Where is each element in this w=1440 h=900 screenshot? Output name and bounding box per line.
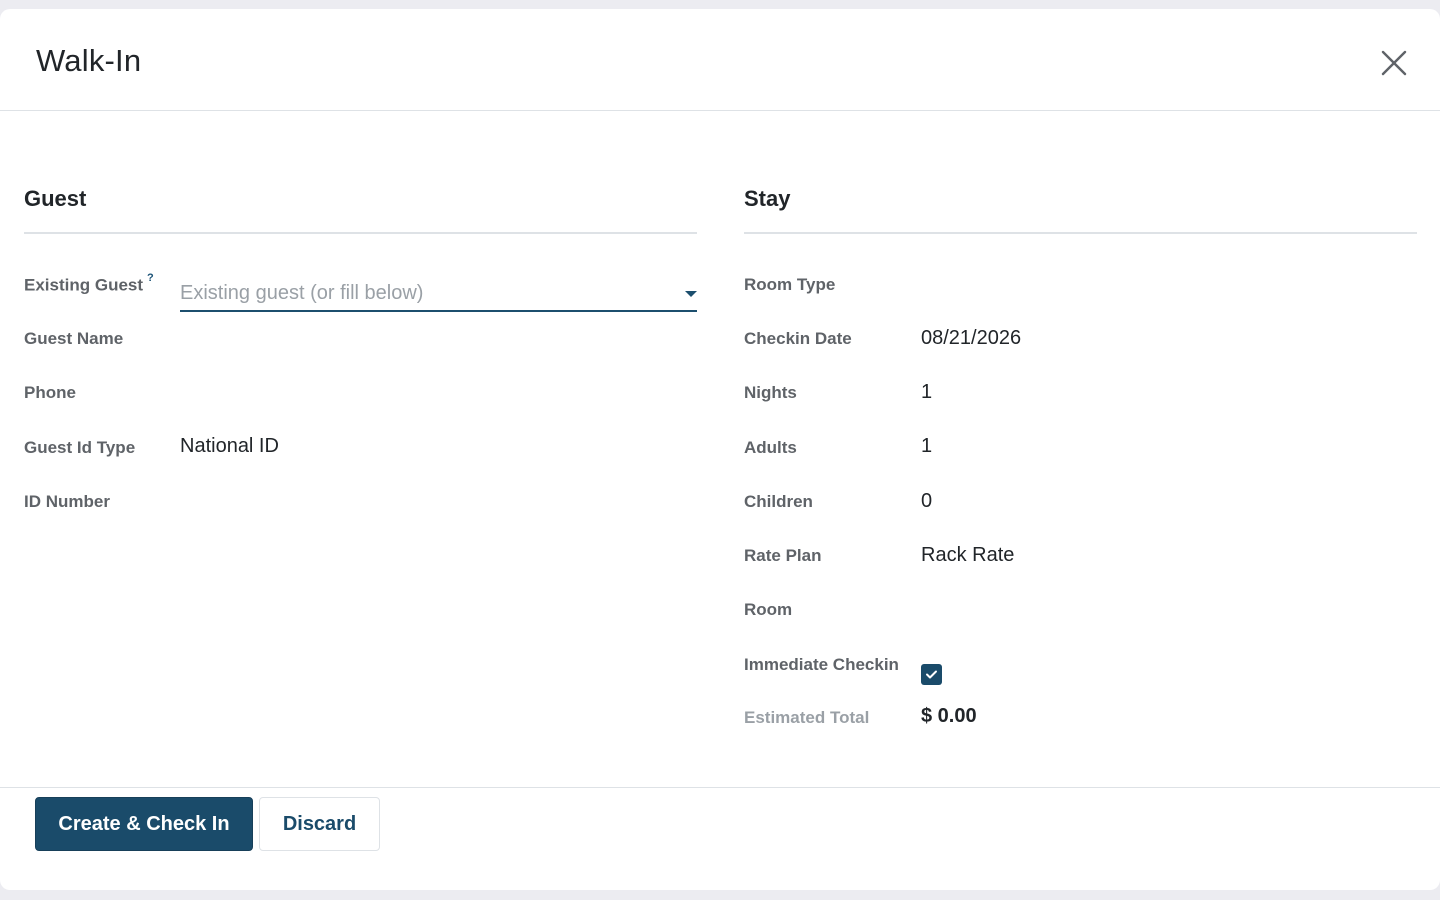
rate-plan-label: Rate Plan <box>744 546 822 565</box>
id-number-label: ID Number <box>24 492 110 511</box>
close-button[interactable] <box>1378 47 1410 79</box>
immediate-checkin-checkbox[interactable] <box>921 664 942 685</box>
checkin-date-label: Checkin Date <box>744 329 852 348</box>
create-check-in-button[interactable]: Create & Check In <box>35 797 253 851</box>
modal-title: Walk-In <box>36 43 142 78</box>
chevron-down-icon <box>685 291 697 297</box>
guest-section-divider <box>24 232 697 234</box>
adults-label: Adults <box>744 438 797 457</box>
nights-label: Nights <box>744 383 797 402</box>
nights-field[interactable]: 1 <box>921 381 932 404</box>
stay-section-divider <box>744 232 1417 234</box>
help-icon[interactable]: ? <box>147 272 154 284</box>
phone-label: Phone <box>24 383 76 402</box>
phone-field[interactable] <box>180 381 697 407</box>
discard-button[interactable]: Discard <box>259 797 380 851</box>
existing-guest-placeholder: Existing guest (or fill below) <box>180 282 424 304</box>
walk-in-modal: Walk-In Guest Existing Guest? Existing g… <box>0 9 1440 890</box>
room-type-label: Room Type <box>744 275 836 294</box>
guest-id-type-field[interactable]: National ID <box>180 435 279 458</box>
estimated-total-value: $ 0.00 <box>921 705 977 727</box>
existing-guest-select[interactable]: Existing guest (or fill below) <box>180 277 697 312</box>
children-field[interactable]: 0 <box>921 490 932 513</box>
room-type-field[interactable] <box>921 273 1417 299</box>
rate-plan-field[interactable]: Rack Rate <box>921 544 1014 567</box>
adults-field[interactable]: 1 <box>921 435 932 458</box>
existing-guest-label: Existing Guest? <box>24 272 154 295</box>
estimated-total-label: Estimated Total <box>744 708 870 727</box>
close-icon <box>1381 50 1407 76</box>
immediate-checkin-label: Immediate Checkin <box>744 655 899 674</box>
guest-id-type-label: Guest Id Type <box>24 438 136 457</box>
room-field[interactable] <box>921 598 1417 624</box>
modal-header: Walk-In <box>0 9 1440 111</box>
guest-section-title: Guest <box>24 186 87 211</box>
stay-section-title: Stay <box>744 186 791 211</box>
guest-name-label: Guest Name <box>24 329 124 348</box>
id-number-field[interactable] <box>180 490 697 516</box>
guest-name-field[interactable] <box>180 327 697 353</box>
checkin-date-field[interactable]: 08/21/2026 <box>921 327 1021 350</box>
check-icon <box>926 670 937 679</box>
room-label: Room <box>744 600 793 619</box>
children-label: Children <box>744 492 813 511</box>
